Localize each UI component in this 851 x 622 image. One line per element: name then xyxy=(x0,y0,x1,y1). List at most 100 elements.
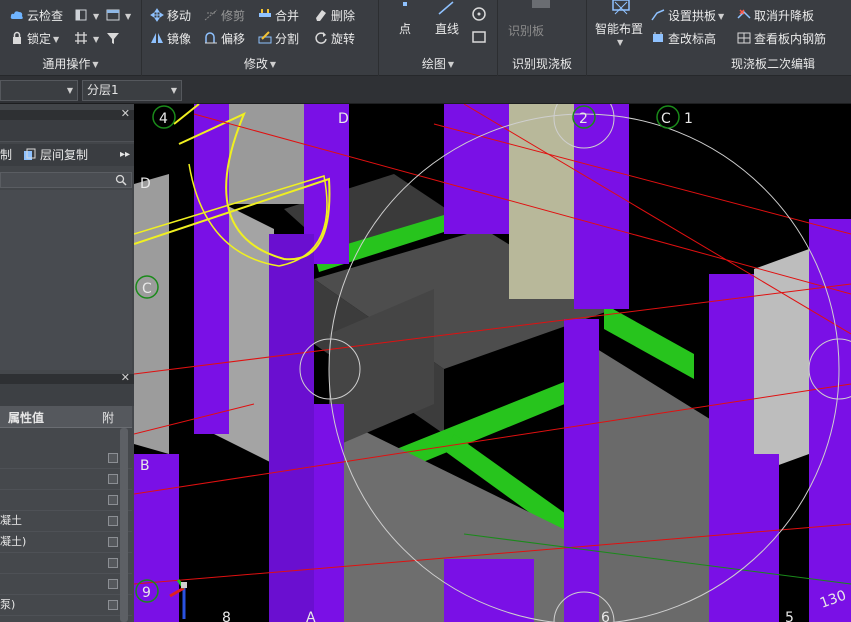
column xyxy=(734,454,779,622)
point-button[interactable]: 点 xyxy=(393,0,417,40)
lock-icon xyxy=(13,31,21,44)
smart-layout-label: 智能布置 xyxy=(595,22,644,36)
smart-layout-icon xyxy=(612,0,630,15)
panel-blank-row xyxy=(0,120,134,142)
checkbox[interactable] xyxy=(108,495,118,505)
view-rebar-button[interactable]: 查看板内钢筋 xyxy=(737,29,826,49)
checkbox[interactable] xyxy=(108,600,118,610)
view-rebar-label: 查看板内钢筋 xyxy=(754,32,827,46)
table-row[interactable] xyxy=(0,574,132,595)
checkbox[interactable] xyxy=(108,474,118,484)
component-panel: ✕ 制 层间复制 ▸▸ xyxy=(0,104,134,370)
line-label: 直线 xyxy=(435,22,460,36)
table-row[interactable]: 凝土) xyxy=(0,532,132,553)
panel-header: ✕ xyxy=(0,371,134,384)
merge-label: 合并 xyxy=(275,9,300,23)
mirror-label: 镜像 xyxy=(167,32,192,46)
column xyxy=(564,319,599,622)
merge-icon xyxy=(259,9,271,17)
close-icon[interactable]: ✕ xyxy=(121,371,130,384)
layer-combo[interactable]: 分层1 ▼ xyxy=(82,80,182,101)
cancel-drop-button[interactable]: 取消升降板 xyxy=(737,6,814,26)
rotate-icon xyxy=(315,32,327,44)
mirror-button[interactable]: 镜像 xyxy=(150,29,191,49)
table-row[interactable] xyxy=(0,553,132,574)
rect-button[interactable] xyxy=(471,29,487,45)
axis-label: C xyxy=(661,111,671,127)
eraser-icon xyxy=(316,10,326,21)
rebar-icon xyxy=(737,32,751,44)
component-combo[interactable]: ▼ xyxy=(0,80,78,101)
checkbox[interactable] xyxy=(108,558,118,568)
offset-label: 偏移 xyxy=(221,32,246,46)
cloud-check-button[interactable]: 云检查 xyxy=(10,6,63,26)
rect-icon xyxy=(472,31,486,43)
grid-button[interactable]: ▼ xyxy=(74,29,99,49)
group-modify-title: 修改 ▼ xyxy=(243,57,277,71)
checkbox[interactable] xyxy=(108,537,118,547)
close-icon[interactable]: ✕ xyxy=(121,107,130,120)
identify-slab-label: 识别板 xyxy=(508,24,545,38)
panel-search-input[interactable] xyxy=(0,172,132,188)
table-row[interactable] xyxy=(0,490,132,511)
checkbox[interactable] xyxy=(108,579,118,589)
trim-button[interactable]: 修剪 xyxy=(204,6,245,26)
rotate-button[interactable]: 旋转 xyxy=(314,29,355,49)
table-row[interactable] xyxy=(0,469,132,490)
view-toggle-button[interactable]: ▼ xyxy=(74,6,99,26)
table-row[interactable]: 泵) xyxy=(0,595,132,616)
tab-copy-prev[interactable]: 制 xyxy=(0,144,12,166)
trim-icon xyxy=(204,9,218,21)
wall xyxy=(229,104,304,204)
table-row[interactable] xyxy=(0,448,132,469)
elevation-icon xyxy=(653,32,663,42)
split-label: 分割 xyxy=(275,32,300,46)
group-draw-title: 绘图 ▼ xyxy=(421,57,455,71)
set-arch-button[interactable]: 设置拱板 ▼ xyxy=(651,6,724,26)
move-icon xyxy=(150,8,164,22)
model-canvas[interactable]: 4 D 2 C 1 D C B 9 8 A 6 5 130 xyxy=(134,104,851,622)
layout-button[interactable]: ▼ xyxy=(106,6,131,26)
table-row[interactable]: 凝土 xyxy=(0,511,132,532)
check-elevation-label: 查改标高 xyxy=(668,32,717,46)
mirror-icon xyxy=(151,33,163,43)
scrollbar[interactable] xyxy=(120,428,128,622)
col-attach-header: 附 xyxy=(102,411,115,425)
axis-label: 2 xyxy=(579,111,588,127)
axis-label: A xyxy=(306,610,316,622)
chevron-down-icon: ▼ xyxy=(170,86,177,95)
move-label: 移动 xyxy=(167,9,192,23)
3d-viewport[interactable]: 4 D 2 C 1 D C B 9 8 A 6 5 130 xyxy=(134,104,851,622)
split-icon xyxy=(258,31,272,44)
group-secondary: 智能布置 ▼ 设置拱板 ▼ 查改标高 取消升降板 查看板内钢筋 现浇板二次编辑 xyxy=(587,0,851,76)
grid-icon xyxy=(75,32,87,44)
check-elevation-button[interactable]: 查改标高 xyxy=(651,29,716,49)
checkbox[interactable] xyxy=(108,516,118,526)
axis-label: D xyxy=(140,176,151,192)
secondary-toolbar: ▼ 分层1 ▼ xyxy=(0,76,851,104)
tab-layer-copy[interactable]: 层间复制 xyxy=(40,144,88,166)
more-tabs-icon[interactable]: ▸▸ xyxy=(120,144,130,166)
line-button[interactable]: 直线 xyxy=(431,0,465,40)
identify-slab-button[interactable]: 识别板 xyxy=(504,0,580,44)
arc-button[interactable] xyxy=(471,6,487,22)
checkbox[interactable] xyxy=(108,453,118,463)
point-label: 点 xyxy=(399,22,412,36)
move-button[interactable]: 移动 xyxy=(150,6,191,26)
filter-button[interactable] xyxy=(106,29,123,49)
point-icon xyxy=(403,2,407,6)
group-identify: 识别板 识别现浇板 xyxy=(498,0,587,76)
cloud-icon xyxy=(10,11,23,19)
smart-layout-button[interactable]: 智能布置 ▼ xyxy=(591,0,651,48)
split-button[interactable]: 分割 xyxy=(258,29,299,49)
merge-button[interactable]: 合并 xyxy=(258,6,299,26)
copy-icon xyxy=(24,148,36,160)
group-secondary-title: 现浇板二次编辑 xyxy=(731,57,816,71)
group-general: 云检查 ▼ ▼ 锁定 ▼ ▼ 通用操作 ▼ xyxy=(0,0,142,76)
offset-button[interactable]: 偏移 xyxy=(204,29,245,49)
column xyxy=(574,104,629,309)
properties-panel: ✕ 属性值 附 凝土 凝土) 泵) xyxy=(0,370,134,622)
lock-button[interactable]: 锁定 ▼ xyxy=(10,29,59,49)
delete-button[interactable]: 删除 xyxy=(314,6,355,26)
search-icon[interactable] xyxy=(115,174,127,186)
